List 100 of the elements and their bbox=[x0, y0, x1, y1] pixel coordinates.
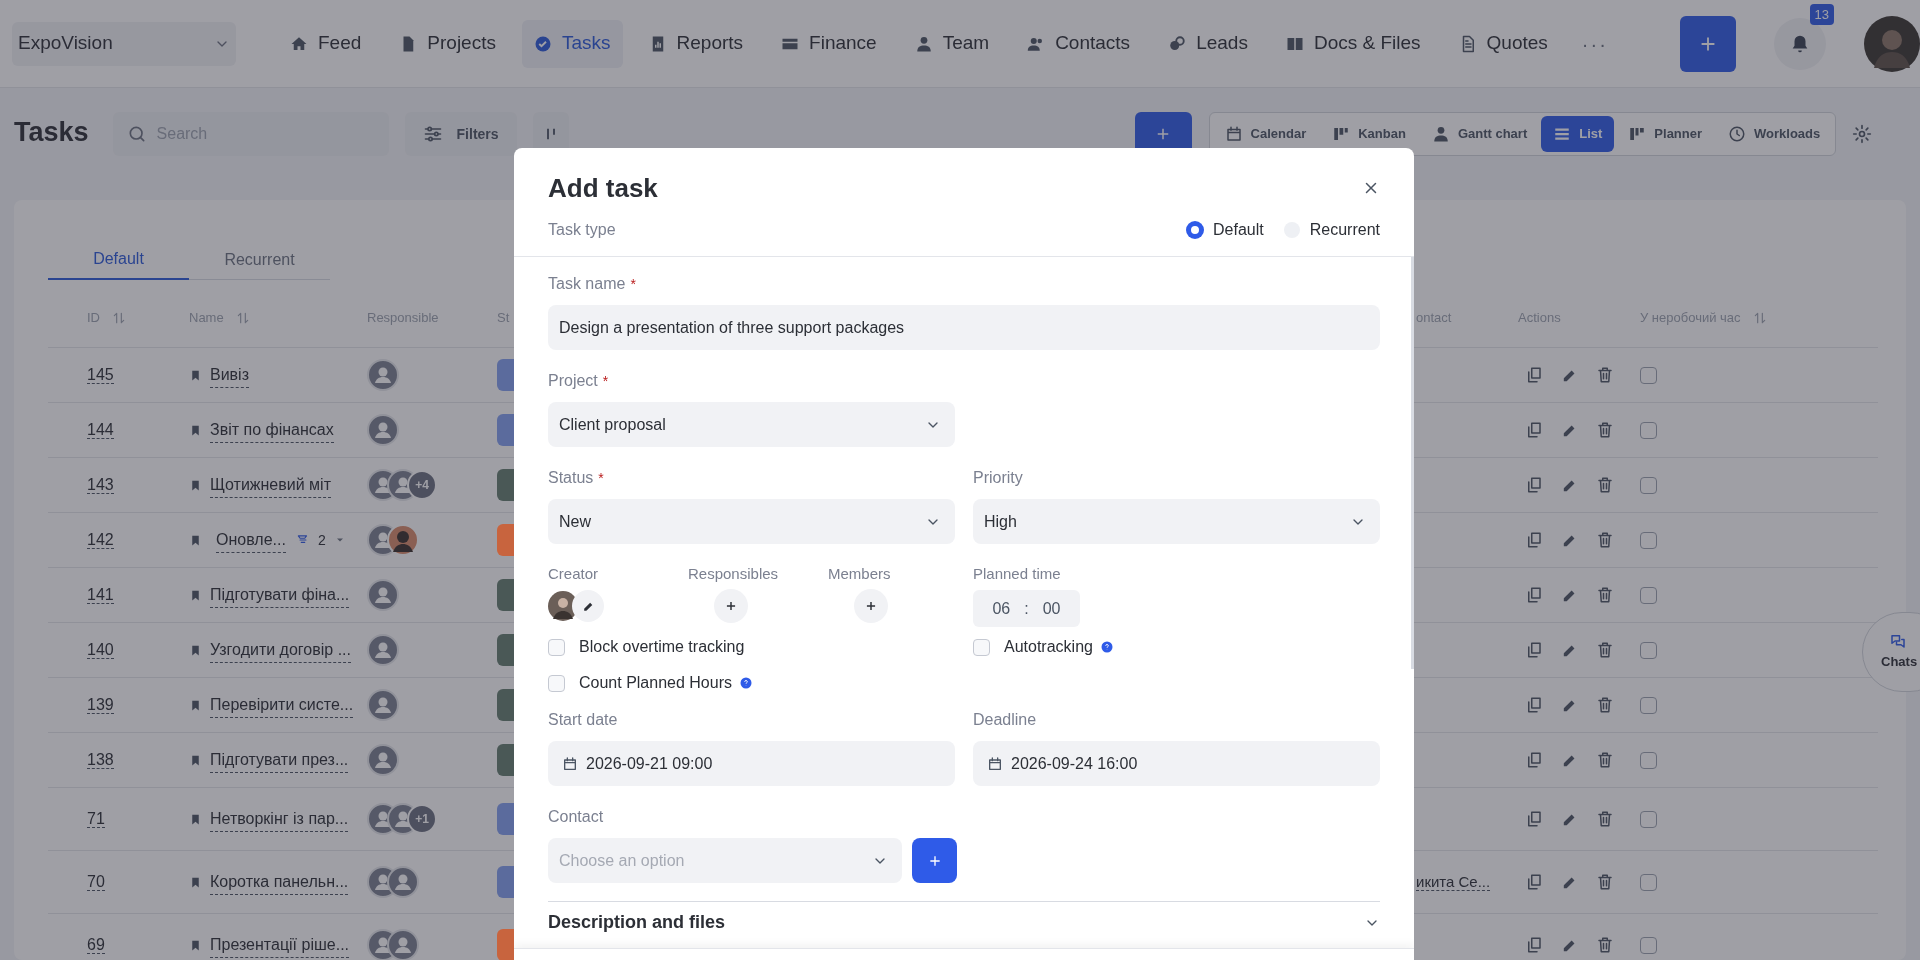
delete-button[interactable] bbox=[1596, 936, 1614, 954]
copy-button[interactable] bbox=[1525, 531, 1543, 549]
checkbox[interactable] bbox=[1640, 366, 1657, 384]
section-title[interactable]: Description and files bbox=[548, 909, 726, 936]
copy-button[interactable] bbox=[1525, 936, 1543, 954]
view-tab[interactable]: List bbox=[1541, 116, 1615, 152]
delete-button[interactable] bbox=[1596, 366, 1614, 384]
task-id-link[interactable]: 141 bbox=[87, 586, 114, 604]
checkbox[interactable] bbox=[1640, 476, 1657, 494]
delete-button[interactable] bbox=[1596, 751, 1614, 769]
delete-button[interactable] bbox=[1596, 810, 1614, 828]
copy-button[interactable] bbox=[1525, 476, 1543, 494]
task-id-link[interactable]: 71 bbox=[87, 810, 105, 828]
copy-button[interactable] bbox=[1525, 751, 1543, 769]
date-field[interactable]: 2026-09-24 16:00 bbox=[973, 741, 1380, 786]
delete-button[interactable] bbox=[1596, 586, 1614, 604]
checkbox[interactable] bbox=[1640, 873, 1657, 891]
copy-button[interactable] bbox=[1525, 421, 1543, 439]
task-id-link[interactable]: 138 bbox=[87, 751, 114, 769]
copy-icon bbox=[1525, 421, 1543, 439]
checkbox[interactable] bbox=[973, 638, 990, 656]
calendar-icon bbox=[1224, 125, 1243, 143]
task-name-link[interactable]: Вивіз bbox=[210, 362, 249, 388]
task-name-link[interactable]: Перевірити систе... bbox=[210, 692, 354, 718]
nav-link[interactable]: Quotes bbox=[1446, 19, 1560, 68]
task-name-link[interactable]: Нетворкінг із пар... bbox=[210, 806, 349, 832]
date-field[interactable]: 2026-09-21 09:00 bbox=[548, 741, 955, 786]
text-field[interactable]: Design a presentation of three support packages bbox=[548, 305, 1380, 350]
view-tab[interactable]: Kanban bbox=[1320, 116, 1418, 152]
task-id-link[interactable]: 139 bbox=[87, 696, 114, 714]
checkbox[interactable] bbox=[1640, 696, 1657, 714]
task-name-link[interactable]: Узгодити договір ... bbox=[210, 637, 351, 663]
task-id-link[interactable]: 145 bbox=[87, 366, 114, 384]
task-name-link[interactable]: Підготувати през... bbox=[210, 747, 349, 773]
checkbox[interactable] bbox=[1640, 810, 1657, 828]
view-tab[interactable]: Gantt chart bbox=[1419, 116, 1540, 152]
delete-button[interactable] bbox=[1596, 641, 1614, 659]
tab[interactable]: Recurrent bbox=[189, 240, 330, 280]
checkbox[interactable] bbox=[548, 638, 565, 656]
nav-link[interactable]: Leads bbox=[1156, 19, 1260, 68]
copy-button[interactable] bbox=[1525, 641, 1543, 659]
copy-button[interactable] bbox=[1525, 586, 1543, 604]
task-id-link[interactable]: 140 bbox=[87, 641, 114, 659]
tab[interactable]: Default bbox=[48, 240, 189, 280]
contact-link[interactable]: икита Се... bbox=[1416, 873, 1491, 891]
nav-link[interactable]: Feed bbox=[278, 19, 374, 68]
nav-link[interactable]: Finance bbox=[769, 19, 889, 68]
copy-button[interactable] bbox=[1525, 366, 1543, 384]
checkbox[interactable] bbox=[1640, 641, 1657, 659]
filters-button[interactable]: Filters bbox=[404, 112, 517, 156]
delete-button[interactable] bbox=[1596, 421, 1614, 439]
organization-selector[interactable]: ExpoVision bbox=[12, 21, 236, 66]
checkbox[interactable] bbox=[1640, 936, 1657, 954]
radio-option[interactable]: Default bbox=[1187, 218, 1264, 242]
add-person-button[interactable] bbox=[854, 589, 888, 623]
radio-button[interactable] bbox=[1187, 222, 1204, 238]
nav-link[interactable]: Contacts bbox=[1015, 19, 1143, 68]
view-tab[interactable]: Planner bbox=[1616, 116, 1715, 152]
delete-button[interactable] bbox=[1596, 696, 1614, 714]
copy-button[interactable] bbox=[1525, 810, 1543, 828]
nav-link[interactable]: Tasks bbox=[521, 19, 623, 68]
checkbox[interactable] bbox=[1640, 531, 1657, 549]
select-field[interactable]: Client proposal bbox=[548, 402, 955, 447]
view-tab[interactable]: Workloads bbox=[1716, 116, 1833, 152]
user-avatar[interactable] bbox=[1864, 15, 1920, 72]
task-name-link[interactable]: Коротка панельн... bbox=[210, 869, 349, 895]
task-name-link[interactable]: Оновле... bbox=[216, 527, 286, 553]
time-field[interactable]: 06 : 00 bbox=[973, 590, 1080, 627]
delete-button[interactable] bbox=[1596, 476, 1614, 494]
task-id-link[interactable]: 142 bbox=[87, 531, 114, 549]
edit-button[interactable] bbox=[572, 590, 604, 622]
nav-link[interactable]: Projects bbox=[387, 19, 508, 68]
nav-link[interactable]: Docs & Files bbox=[1273, 19, 1433, 68]
task-id-link[interactable]: 144 bbox=[87, 421, 114, 439]
task-id-link[interactable]: 69 bbox=[87, 936, 105, 954]
task-name-link[interactable]: Звіт по фінансах bbox=[210, 417, 334, 443]
add-contact-button[interactable] bbox=[912, 838, 957, 883]
task-name-link[interactable]: Щотижневий міт bbox=[210, 472, 331, 498]
scrollbar[interactable] bbox=[1411, 257, 1414, 669]
checkbox[interactable] bbox=[1640, 586, 1657, 604]
checkbox[interactable] bbox=[1640, 421, 1657, 439]
task-id-link[interactable]: 70 bbox=[87, 873, 105, 891]
more-button[interactable]: ··· bbox=[1581, 28, 1608, 59]
checkbox[interactable] bbox=[1640, 751, 1657, 769]
radio-option[interactable]: Recurrent bbox=[1283, 218, 1380, 242]
copy-button[interactable] bbox=[1525, 696, 1543, 714]
task-id-link[interactable]: 143 bbox=[87, 476, 114, 494]
add-button[interactable] bbox=[1680, 15, 1736, 72]
task-name-link[interactable]: Підготувати фіна... bbox=[210, 582, 350, 608]
view-tab[interactable]: Calendar bbox=[1212, 116, 1319, 152]
nav-link[interactable]: Reports bbox=[636, 19, 756, 68]
task-name-link[interactable]: Презентації ріше... bbox=[210, 932, 349, 958]
checkbox[interactable] bbox=[548, 674, 565, 692]
copy-button[interactable] bbox=[1525, 873, 1543, 891]
select-field[interactable]: New bbox=[548, 499, 955, 544]
delete-button[interactable] bbox=[1596, 531, 1614, 549]
select-field[interactable]: High bbox=[973, 499, 1380, 544]
add-person-button[interactable] bbox=[714, 589, 748, 623]
delete-button[interactable] bbox=[1596, 873, 1614, 891]
nav-link[interactable]: Team bbox=[902, 19, 1002, 68]
